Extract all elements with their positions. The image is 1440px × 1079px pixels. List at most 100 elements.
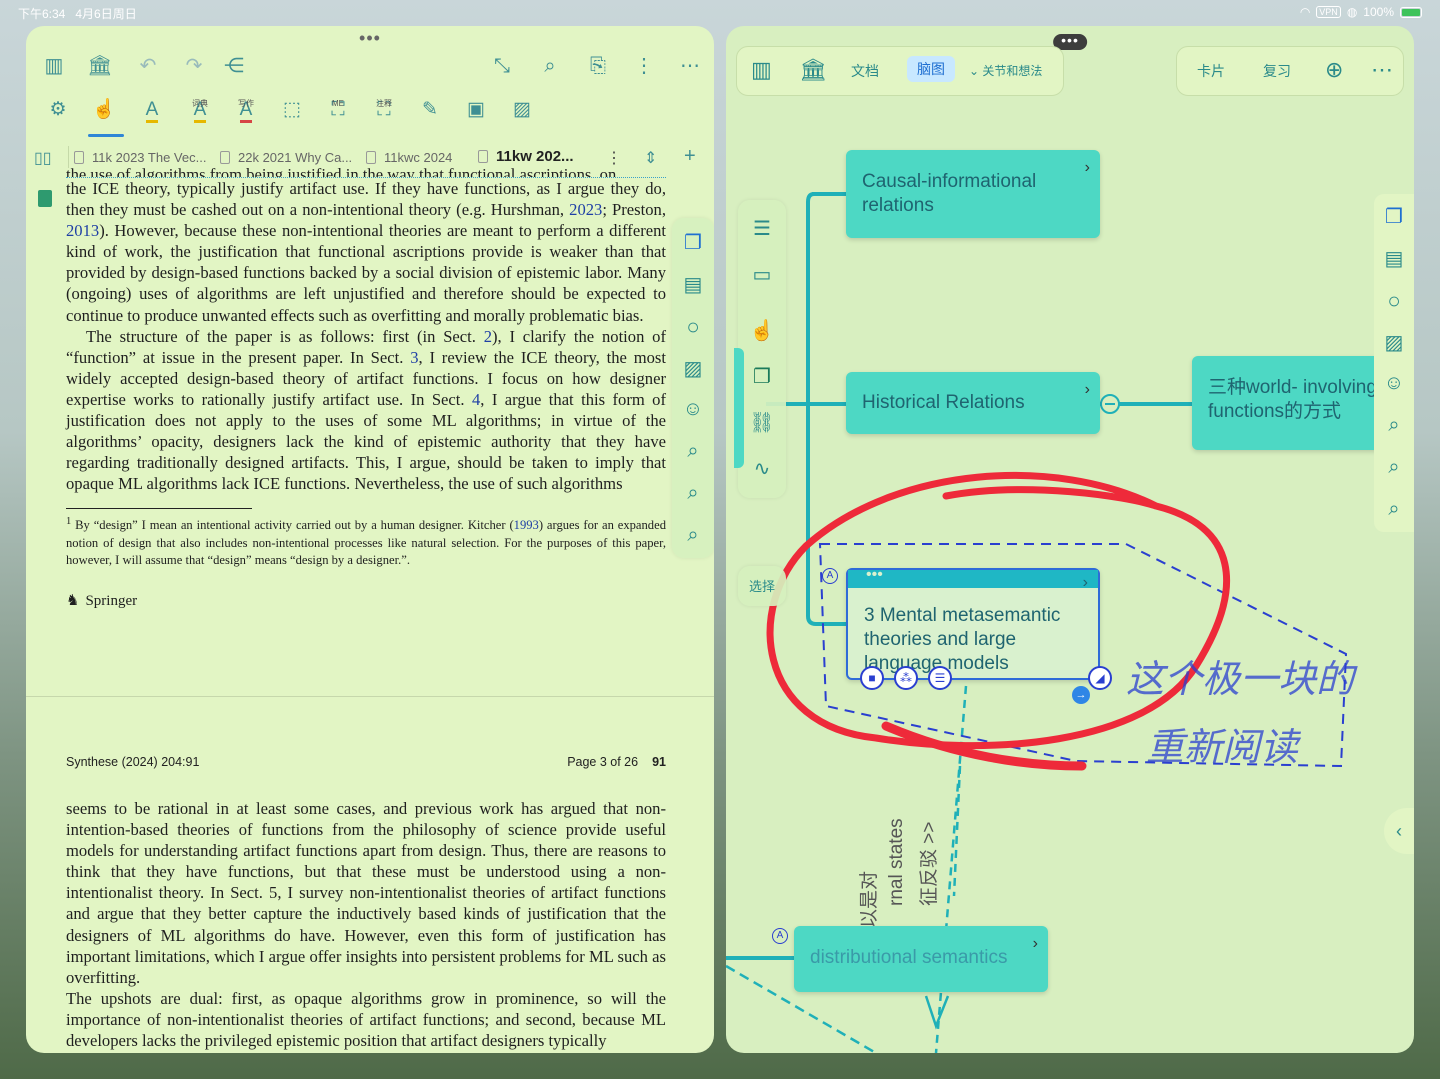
annotation-toolbar: ⚙ ☝ A 词典 A 写作 A ⬚ ME ⛶ 注释 ⛶ ✎ ▣ ▨ [26,98,714,138]
dictionary-book-icon[interactable]: ▤ [672,272,714,297]
redo-icon[interactable]: ↷ [180,54,208,78]
search-icon[interactable]: ⌕ [672,440,714,463]
pointer-hand-icon[interactable]: ☝ [90,98,118,122]
link-icon[interactable]: ⛓ [738,410,786,435]
pointer-hand-icon[interactable]: ☝ [738,318,786,343]
journal-ref: Synthese (2024) 204:91 [66,755,200,769]
document-icon [74,151,84,164]
tab-document-3[interactable]: 11kwc 2024 [366,150,452,165]
me-excerpt-tool[interactable]: ME ⛶ [324,98,352,122]
page-info: Page 3 of 26 91 [567,755,666,769]
citation-link[interactable]: 2023 [569,200,602,219]
copy-excerpt-icon[interactable]: ❐ [672,230,714,255]
note-sublabel: 注释 [376,99,392,108]
resize-handle-icon[interactable]: ◢ [1088,666,1112,690]
section-link[interactable]: 3 [410,348,418,367]
add-sibling-icon[interactable]: ☰ [928,666,952,690]
settings-cycle-icon[interactable]: ⚙ [44,98,72,122]
paper-text: ). However, because these non-intentiona… [66,221,666,325]
more-horizontal-icon[interactable]: ⋯ [676,54,704,78]
split-view-icon[interactable]: ▯▯ [34,148,52,168]
a-badge-icon: A [772,928,788,944]
rectangle-select-icon[interactable]: ⬚ [278,98,306,122]
comment-icon[interactable]: ■ [860,666,884,690]
sidebar-toggle-icon[interactable]: ▥ [40,54,68,78]
citation-link[interactable]: 1993 [514,519,539,533]
publisher-logo: ♞ Springer [66,591,666,612]
note-excerpt-tool[interactable]: 注释 ⛶ [370,98,398,122]
undo-icon[interactable]: ↶ [134,54,162,78]
paper-page-top: the use of algorithms from being justifi… [66,165,666,612]
link-arrow-icon[interactable]: → [1072,686,1090,704]
select-button[interactable]: 选择 [738,566,786,606]
citation-link[interactable]: 2013 [66,221,99,240]
node-causal-informational[interactable]: Causal-informational relations › [846,150,1100,238]
collapse-icon[interactable]: ⤡ [488,54,516,78]
write-sublabel: 写作 [238,99,254,108]
search-icon[interactable]: ⌕ [1374,414,1414,437]
share-graph-icon[interactable]: ⋲ [220,54,248,78]
image-gallery-icon[interactable]: ▨ [672,356,714,381]
add-child-icon[interactable]: ⁂ [894,666,918,690]
search-document-icon[interactable]: ⌕ [536,54,564,78]
panel-edge-handle[interactable] [734,348,744,468]
paper-page-bottom: seems to be rational in at least some ca… [66,798,666,1051]
battery-percent: 100% [1363,5,1394,19]
paper-text: The structure of the paper is as follows… [86,326,484,346]
chevron-right-icon[interactable]: › [1083,571,1088,595]
status-bar: 下午6:34 4月6日周日 ◠ VPN ◍ 100% [0,0,1440,24]
chevron-right-icon[interactable]: › [1085,156,1090,180]
search-icon[interactable]: ⌕ [672,524,714,547]
circle-icon[interactable]: ○ [1374,288,1414,314]
search-icon[interactable]: ⌕ [1374,456,1414,479]
rotated-link-label: 以是对 [859,870,880,928]
page-number: Page 3 of 26 [567,755,639,769]
image-icon[interactable]: ▨ [508,98,536,122]
copy-pages-icon[interactable]: ❐ [738,364,786,389]
bookmark-icon[interactable]: ⎘ [584,54,612,78]
section-link[interactable]: 2 [484,327,492,346]
tab-document-4[interactable]: 11kw 202... [478,148,574,165]
page-divider [26,696,714,697]
add-tab-icon[interactable]: + [684,145,696,168]
dictionary-tool[interactable]: 词典 A [186,98,214,123]
node-title: Historical Relations [862,392,1025,413]
dictionary-book-icon[interactable]: ▤ [1374,246,1414,271]
tab-document-2[interactable]: 22k 2021 Why Ca... [220,150,352,165]
pane-grabber[interactable]: ••• [359,29,381,47]
text-highlight-icon[interactable]: A [138,98,166,123]
node-title: 3 Mental metasemantic theories and large… [864,605,1061,674]
search-icon[interactable]: ⌕ [1374,498,1414,521]
node-historical-relations[interactable]: Historical Relations › [846,372,1100,434]
writing-tool[interactable]: 写作 A [232,98,260,123]
node-title: Causal-informational relations [862,171,1037,216]
chevron-right-icon[interactable]: › [1033,932,1038,956]
article-number: 91 [652,755,666,769]
library-icon[interactable]: 🏛 [86,54,114,78]
copy-excerpt-icon[interactable]: ❐ [1374,204,1414,229]
chevron-right-icon[interactable]: › [1085,378,1090,402]
drag-handle-icon[interactable]: ••• [866,567,883,583]
tab-label: 11kwc 2024 [384,150,453,165]
search-icon[interactable]: ⌕ [672,482,714,505]
freehand-icon[interactable]: ∿ [738,456,786,481]
reader-toolbar: ▥ 🏛 ↶ ↷ ⋲ ⤡ ⌕ ⎘ ⋮ ⋯ [26,54,714,88]
pencil-icon[interactable]: ✎ [416,98,444,122]
me-sublabel: ME [332,99,344,108]
tab-document-1[interactable]: 11k 2023 The Vec... [74,150,206,165]
node-distributional-semantics[interactable]: distributional semantics › [794,926,1048,992]
notebook-icon[interactable] [38,190,52,207]
mindmap-pane: ••• ▥ 🏛 文档 脑图 ⌄ 关节和想法 卡片 复习 ⊕ ⋯ Causal-i… [726,26,1414,1053]
emoji-icon[interactable]: ☺ [672,398,714,421]
emoji-icon[interactable]: ☺ [1374,372,1414,395]
node-mental-metasemantic-selected[interactable]: ••• › 3 Mental metasemantic theories and… [846,567,1100,680]
circle-icon[interactable]: ○ [672,314,714,340]
layout-icon[interactable]: ▭ [738,262,786,287]
textbox-icon[interactable]: ▣ [462,98,490,122]
image-gallery-icon[interactable]: ▨ [1374,330,1414,355]
active-tool-indicator [88,134,124,137]
more-vertical-icon[interactable]: ⋮ [630,54,658,78]
publisher-name: Springer [85,592,138,609]
outline-list-icon[interactable]: ☰ [738,216,786,241]
battery-icon [1400,6,1422,18]
